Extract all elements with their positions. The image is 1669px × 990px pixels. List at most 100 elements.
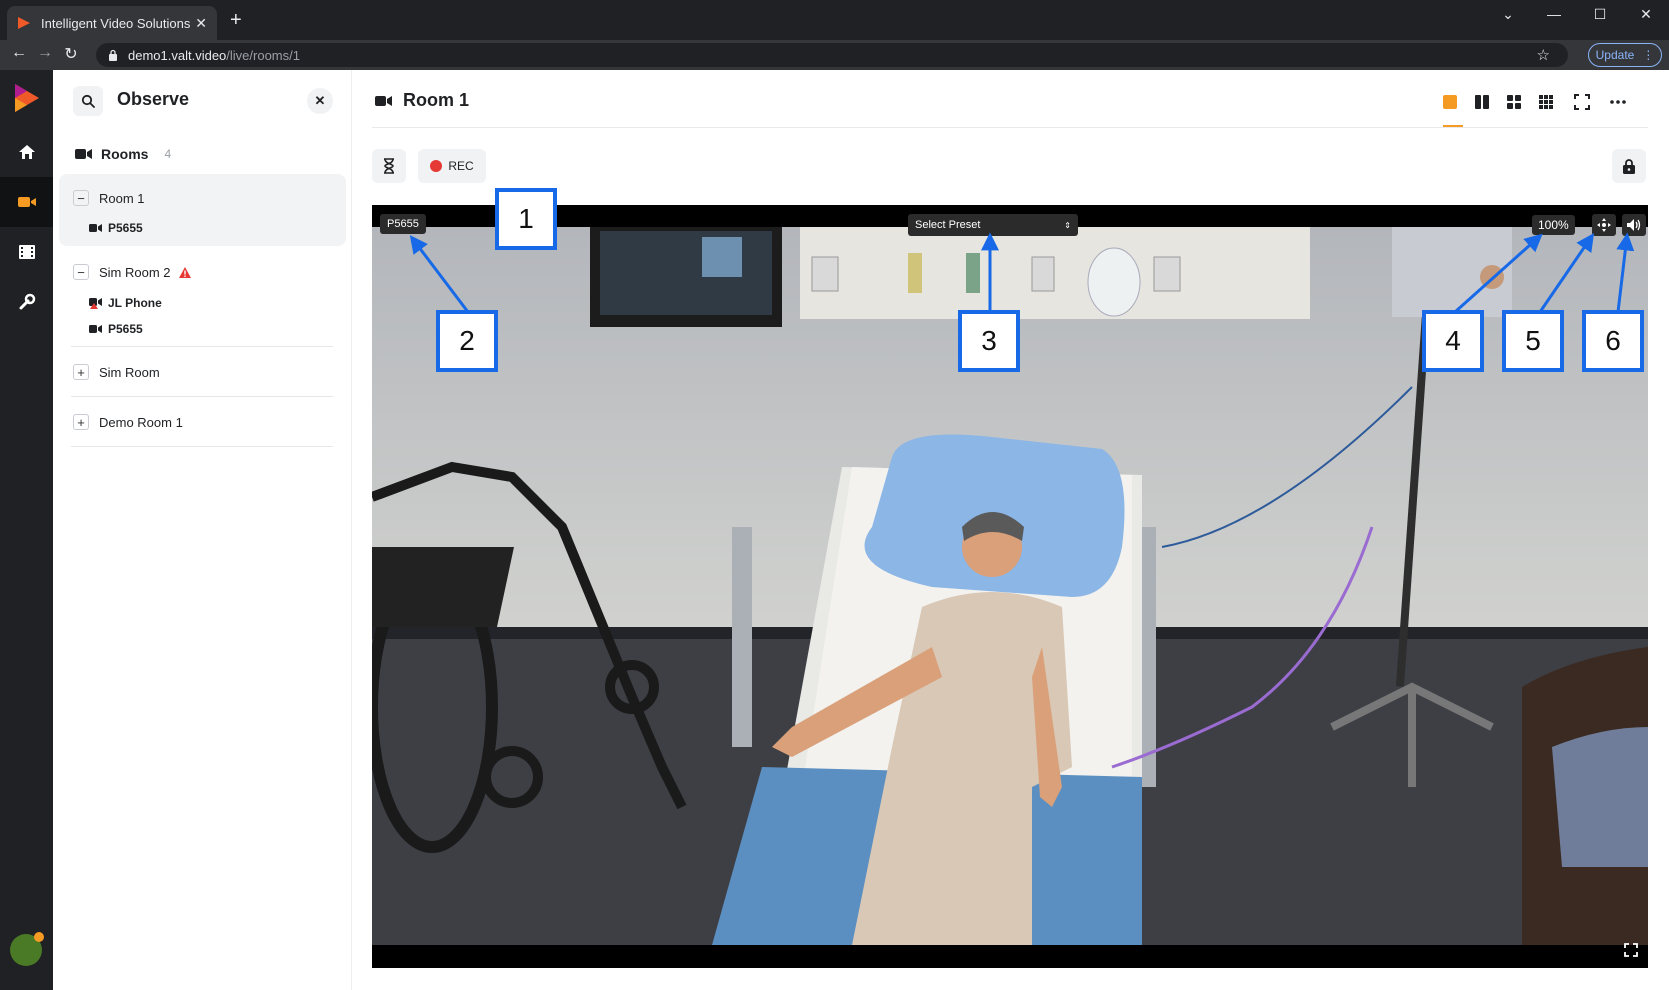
room-name: Room 1	[99, 190, 145, 206]
lock-icon	[1623, 158, 1635, 174]
bookmark-star-icon[interactable]: ☆	[1537, 46, 1550, 64]
divider	[71, 396, 333, 397]
tab-search-icon[interactable]: ⌄	[1485, 6, 1531, 23]
tab-title: Intelligent Video Solutions	[41, 15, 191, 31]
ellipsis-icon	[1610, 100, 1626, 104]
layout-two-button[interactable]	[1472, 92, 1492, 112]
two-column-icon	[1475, 95, 1489, 109]
collapse-toggle[interactable]: −	[73, 264, 89, 280]
browser-tab[interactable]: Intelligent Video Solutions ✕	[7, 6, 217, 40]
nav-recordings[interactable]	[0, 227, 53, 277]
video-camera-icon	[17, 197, 36, 207]
camera-item[interactable]: P5655	[89, 322, 143, 336]
camera-name: P5655	[108, 221, 143, 235]
nav-home[interactable]	[0, 127, 53, 177]
fullscreen-icon	[1624, 943, 1638, 957]
expand-toggle[interactable]: +	[73, 364, 89, 380]
close-window-button[interactable]: ✕	[1623, 6, 1669, 23]
room-row-sim-room-2[interactable]: − Sim Room 2	[73, 264, 192, 280]
ptz-control-button[interactable]	[1592, 214, 1616, 236]
window-controls: ⌄ — ☐ ✕	[1485, 0, 1669, 28]
nav-admin[interactable]	[0, 277, 53, 327]
preset-select[interactable]: Select Preset ⇕	[908, 214, 1078, 236]
collapse-toggle[interactable]: −	[73, 190, 89, 206]
room-group-room-1	[59, 174, 346, 246]
video-fullscreen-button[interactable]	[1620, 939, 1642, 961]
ptz-move-icon	[1597, 218, 1611, 232]
nav-observe[interactable]	[0, 177, 53, 227]
header-divider	[372, 127, 1648, 128]
home-icon	[18, 145, 35, 159]
divider	[71, 446, 333, 447]
new-tab-button[interactable]: +	[230, 10, 242, 30]
speaker-icon	[1627, 219, 1641, 231]
single-view-icon	[1443, 95, 1457, 109]
fullscreen-layout-button[interactable]	[1572, 92, 1592, 112]
room-row-room-1[interactable]: − Room 1	[73, 190, 145, 206]
observe-panel: Observe ✕ Rooms 4 − Room 1 P5655 − Sim R…	[53, 70, 352, 990]
update-label: Update	[1595, 48, 1635, 62]
close-panel-icon[interactable]: ✕	[307, 88, 333, 114]
video-bottom-bar	[372, 945, 1648, 968]
callout-5: 5	[1502, 310, 1564, 372]
room-name: Sim Room 2	[99, 264, 171, 280]
room-name: Demo Room 1	[99, 414, 183, 430]
room-row-sim-room[interactable]: + Sim Room	[73, 364, 160, 380]
callout-2: 2	[436, 310, 498, 372]
layout-four-button[interactable]	[1504, 92, 1524, 112]
camera-name-badge: P5655	[380, 214, 426, 234]
camera-item[interactable]: P5655	[89, 221, 143, 235]
video-camera-icon	[375, 95, 392, 106]
room-name: Sim Room	[99, 364, 160, 380]
record-button[interactable]: REC	[418, 149, 486, 183]
maximize-button[interactable]: ☐	[1577, 6, 1623, 23]
search-button[interactable]	[73, 86, 103, 116]
grid-3x3-icon	[1539, 95, 1553, 109]
record-label: REC	[448, 159, 474, 173]
video-camera-icon	[75, 149, 92, 159]
video-camera-icon	[89, 224, 102, 232]
select-arrows-icon: ⇕	[1064, 220, 1071, 230]
forward-arrow-icon[interactable]: →	[34, 44, 56, 62]
wrench-icon	[19, 293, 35, 310]
tab-close-icon[interactable]: ✕	[195, 15, 207, 32]
layout-single-button[interactable]	[1440, 92, 1460, 112]
warning-icon	[178, 266, 191, 278]
browser-tabstrip: Intelligent Video Solutions ✕ + ⌄ — ☐ ✕	[0, 0, 1669, 40]
callout-4: 4	[1422, 310, 1484, 372]
reload-icon[interactable]: ↻	[60, 44, 82, 64]
back-arrow-icon[interactable]: ←	[8, 44, 30, 62]
camera-name: P5655	[108, 322, 143, 336]
callout-6: 6	[1582, 310, 1644, 372]
hourglass-icon	[384, 158, 394, 174]
valt-logo-icon[interactable]	[13, 82, 41, 114]
grid-2x2-icon	[1507, 95, 1521, 109]
panel-title: Observe	[117, 89, 190, 109]
page-title: Room 1	[375, 90, 469, 111]
url-host: demo1.valt.video	[128, 47, 227, 63]
kebab-menu-icon: ⋮	[1642, 48, 1655, 62]
zoom-level-control[interactable]: 100%	[1532, 215, 1575, 235]
expand-toggle[interactable]: +	[73, 414, 89, 430]
url-path: /live/rooms/1	[226, 47, 300, 63]
camera-name: JL Phone	[108, 296, 162, 310]
room-row-demo-room-1[interactable]: + Demo Room 1	[73, 414, 183, 430]
layout-nine-button[interactable]	[1536, 92, 1556, 112]
preset-label: Select Preset	[915, 219, 981, 231]
lock-button[interactable]	[1612, 149, 1646, 183]
timer-button[interactable]	[372, 149, 406, 183]
video-camera-icon	[89, 325, 102, 333]
camera-item[interactable]: JL Phone	[89, 296, 162, 310]
divider	[71, 346, 333, 347]
address-bar[interactable]: demo1.valt.video/live/rooms/1 ☆	[96, 43, 1568, 67]
update-button[interactable]: Update ⋮	[1588, 43, 1662, 67]
camera-offline-icon	[89, 298, 102, 309]
rooms-header: Rooms 4	[75, 146, 171, 162]
rooms-count: 4	[164, 147, 172, 161]
more-options-button[interactable]	[1608, 92, 1628, 112]
layout-toolbar	[1440, 92, 1628, 112]
minimize-button[interactable]: —	[1531, 6, 1577, 22]
notification-dot	[34, 932, 44, 942]
audio-button[interactable]	[1622, 214, 1646, 236]
browser-toolbar: ← → ↻ demo1.valt.video/live/rooms/1 ☆ Up…	[0, 40, 1669, 70]
